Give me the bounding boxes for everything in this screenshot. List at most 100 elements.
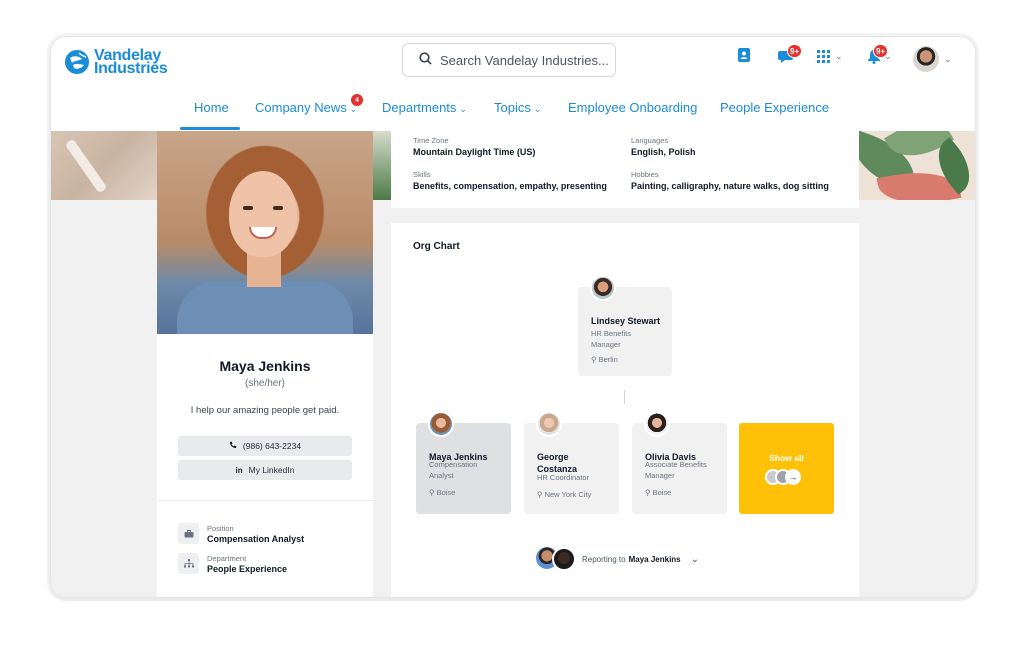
nav-departments[interactable]: Departments ⌄ [382, 100, 467, 115]
nav-home[interactable]: Home [194, 100, 229, 115]
cover-image-middle [373, 131, 391, 200]
peer-3-role-line-2: Manager [645, 471, 675, 480]
peer-3-role-line-1: Associate Benefits [645, 460, 707, 469]
peer-1-location-text: Boise [436, 488, 456, 497]
peer-1-role-line-1: Compensation [429, 460, 478, 469]
avatar [644, 411, 670, 437]
skills-group: Skills Benefits, compensation, empathy, … [413, 170, 607, 191]
hobbies-group: Hobbies Painting, calligraphy, nature wa… [631, 170, 829, 191]
org-node-peer-2[interactable]: George Costanza HR Coordinator ⚲ New Yor… [524, 411, 619, 514]
show-all-label: Show all [769, 453, 804, 463]
location-pin-icon: ⚲ [537, 490, 543, 499]
peer-1-role-line-2: Analyst [429, 471, 454, 480]
hobbies-label: Hobbies [631, 170, 659, 179]
chevron-down-icon: ⌄ [690, 553, 700, 565]
manager-role-line-1: HR Benefits [591, 329, 632, 338]
contacts-book-icon [738, 48, 750, 62]
location-pin-icon: ⚲ [429, 488, 435, 497]
org-chart-title: Org Chart [413, 241, 460, 252]
department-value: People Experience [207, 563, 288, 574]
brand-name: Vandelay Industries [94, 48, 168, 77]
notifications-button[interactable]: ⌄ 9+ [867, 44, 892, 64]
profile-pronouns: (she/her) [244, 378, 285, 389]
user-avatar [913, 46, 939, 72]
org-chart-card: Org Chart Lindsey Stewart HR Benefits Ma… [391, 223, 859, 597]
app-window: Vandelay Industries Search Vandelay Indu… [50, 36, 976, 598]
chat-button[interactable]: 9+ [778, 44, 803, 69]
time-zone-value: Mountain Daylight Time (US) [413, 147, 536, 157]
active-nav-indicator [180, 127, 240, 130]
profile-bio: I help our amazing people get paid. [190, 405, 340, 416]
profile-field-department: Department People Experience [178, 553, 373, 574]
app-grid-icon [817, 50, 830, 63]
manager-location-text: Berlin [598, 355, 618, 364]
search-icon [419, 52, 432, 68]
nav-employee-onboarding[interactable]: Employee Onboarding [568, 100, 697, 115]
profile-details-card: Time Zone Mountain Daylight Time (US) La… [391, 131, 859, 208]
peer-2-name-line-1: George [537, 452, 569, 462]
nav-home-label: Home [194, 100, 229, 115]
chevron-down-icon: ⌄ [459, 104, 467, 114]
org-connector-line [624, 390, 625, 404]
cover-image-right [859, 131, 975, 200]
manager-role-line-2: Manager [591, 340, 621, 349]
globe-logo-icon [65, 50, 89, 74]
position-value: Compensation Analyst [207, 533, 305, 544]
top-header: Vandelay Industries Search Vandelay Indu… [51, 37, 975, 131]
org-node-peer-1[interactable]: Maya Jenkins Compensation Analyst ⚲ Bois… [416, 411, 511, 514]
profile-field-position: Position Compensation Analyst [178, 523, 373, 544]
nav-people-experience-label: People Experience [720, 100, 830, 115]
department-label: Department [207, 553, 247, 563]
profile-photo [157, 131, 373, 334]
user-menu-button[interactable]: ⌄ [913, 46, 952, 72]
peer-2-location: ⚲ New York City [537, 490, 591, 499]
nav-departments-label: Departments [382, 100, 457, 115]
show-all-button[interactable]: Show all → [739, 423, 834, 514]
languages-label: Languages [631, 136, 669, 145]
manager-location: ⚲ Berlin [591, 355, 618, 364]
chevron-down-icon: ⌄ [944, 53, 952, 64]
phone-button[interactable]: (986) 643-2234 [178, 436, 352, 456]
location-pin-icon: ⚲ [645, 488, 651, 497]
nav-company-news[interactable]: Company News ⌄ 4 [255, 93, 364, 115]
profile-divider [157, 500, 373, 501]
company-news-badge: 4 [350, 93, 364, 107]
apps-menu-button[interactable]: ⌄ [817, 50, 843, 63]
contacts-button[interactable] [737, 47, 751, 68]
nav-people-experience[interactable]: People Experience [720, 100, 829, 115]
phone-number: (986) 643-2234 [242, 441, 302, 451]
peer-1-location: ⚲ Boise [429, 488, 455, 497]
skills-label: Skills [413, 170, 431, 179]
notifications-badge: 9+ [873, 44, 889, 58]
cover-image-left [51, 131, 157, 200]
chat-badge: 9+ [787, 44, 803, 58]
org-node-manager[interactable]: Lindsey Stewart HR Benefits Manager ⚲ Be… [578, 275, 672, 376]
profile-card: Maya Jenkins (she/her) I help our amazin… [157, 131, 373, 597]
linkedin-icon: in [235, 465, 243, 475]
nav-topics-label: Topics [494, 100, 531, 115]
briefcase-icon [178, 523, 199, 544]
position-label: Position [207, 523, 234, 533]
nav-topics[interactable]: Topics ⌄ [494, 100, 541, 115]
reporting-to-dropdown[interactable]: Reporting to Maya Jenkins ⌄ [536, 547, 699, 571]
org-tree-icon [178, 553, 199, 574]
languages-group: Languages English, Polish [631, 136, 696, 157]
avatar [428, 411, 454, 437]
search-placeholder: Search Vandelay Industries... [440, 52, 609, 68]
search-bar[interactable]: Search Vandelay Industries... [402, 43, 616, 77]
reporting-name: Maya Jenkins [628, 554, 681, 564]
nav-employee-onboarding-label: Employee Onboarding [568, 100, 698, 115]
hobbies-value: Painting, calligraphy, nature walks, dog… [631, 181, 829, 191]
avatar [590, 275, 616, 301]
time-zone-label: Time Zone [413, 136, 449, 145]
time-zone-group: Time Zone Mountain Daylight Time (US) [413, 136, 535, 157]
peer-2-location-text: New York City [544, 490, 592, 499]
phone-icon [229, 441, 237, 451]
main-navigation: Home Company News ⌄ 4 Departments ⌄ Topics… [51, 93, 975, 131]
brand-logo[interactable]: Vandelay Industries [65, 48, 168, 77]
brand-line-2: Industries [94, 60, 168, 77]
nav-company-news-label: Company News [255, 100, 347, 115]
linkedin-label: My LinkedIn [248, 465, 295, 475]
org-node-peer-3[interactable]: Olivia Davis Associate Benefits Manager … [632, 411, 727, 514]
linkedin-button[interactable]: in My LinkedIn [178, 460, 352, 480]
